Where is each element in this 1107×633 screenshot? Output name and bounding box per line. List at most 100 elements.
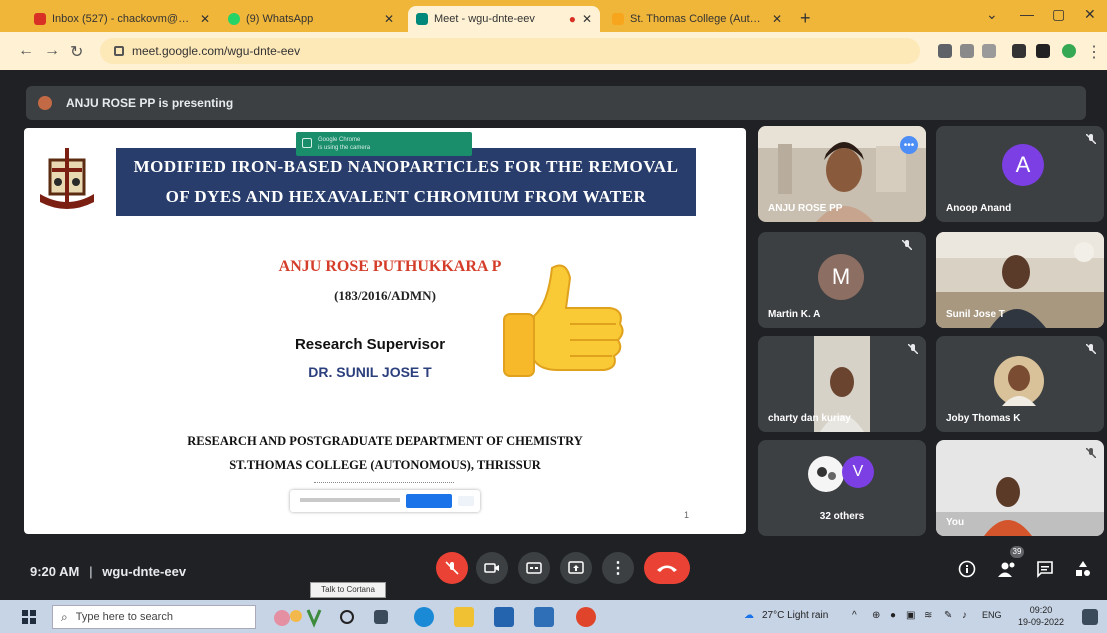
presenting-banner: ANJU ROSE PP is presenting bbox=[26, 86, 1086, 120]
language-indicator[interactable]: ENG bbox=[982, 610, 1002, 620]
share-notice-text bbox=[300, 498, 400, 502]
participant-tile-others[interactable]: V 32 others bbox=[758, 440, 926, 536]
volume-icon[interactable]: ♪ bbox=[962, 610, 967, 621]
close-icon[interactable]: ✕ bbox=[200, 12, 210, 26]
new-tab-icon[interactable]: + bbox=[800, 8, 811, 29]
meet-icon bbox=[416, 13, 428, 25]
gmail-icon bbox=[34, 13, 46, 25]
camera-toggle-button[interactable] bbox=[476, 552, 508, 584]
hide-button[interactable] bbox=[458, 496, 474, 506]
participant-tile-anju[interactable]: ••• ANJU ROSE PP bbox=[758, 126, 926, 222]
omnibox[interactable]: meet.google.com/wgu-dnte-eev bbox=[100, 38, 920, 64]
mic-toggle-button[interactable] bbox=[436, 552, 468, 584]
activities-button[interactable] bbox=[1072, 558, 1094, 580]
presentation-slide: MODIFIED IRON-BASED NANOPARTICLES FOR TH… bbox=[24, 128, 746, 534]
forward-icon[interactable]: → bbox=[44, 42, 60, 60]
leave-call-button[interactable] bbox=[644, 552, 690, 584]
avatar: V bbox=[842, 456, 874, 488]
search-placeholder: Type here to search bbox=[75, 611, 173, 623]
stop-sharing-button[interactable] bbox=[406, 494, 452, 508]
cortana-tooltip: Talk to Cortana bbox=[310, 582, 386, 598]
side-panel-icon[interactable] bbox=[1036, 44, 1050, 58]
chat-button[interactable] bbox=[1034, 558, 1056, 580]
meet-tray-icon[interactable]: ▣ bbox=[906, 610, 915, 621]
minimize-icon[interactable]: — bbox=[1020, 6, 1034, 22]
taskbar-clock[interactable]: 09:20 19-09-2022 bbox=[1018, 604, 1064, 628]
meeting-code: wgu-dnte-eev bbox=[102, 564, 187, 579]
participant-name: 32 others bbox=[819, 511, 865, 522]
flower-search-highlight-icon[interactable] bbox=[268, 604, 328, 630]
hang-up-icon bbox=[657, 565, 677, 572]
taskbar-search-box[interactable]: ⌕ Type here to search bbox=[52, 605, 256, 629]
wifi-icon[interactable]: ≋ bbox=[924, 610, 932, 621]
search-icon: ⌕ bbox=[61, 609, 68, 624]
show-hidden-icons[interactable]: ^ bbox=[852, 610, 857, 621]
store-icon[interactable] bbox=[494, 607, 514, 627]
notifications-icon[interactable] bbox=[1082, 609, 1098, 625]
participant-name: Joby Thomas K bbox=[946, 413, 1021, 424]
close-icon[interactable]: ✕ bbox=[384, 12, 394, 26]
thumbs-up-emoji bbox=[503, 264, 624, 377]
participant-tile-joby[interactable]: Joby Thomas K bbox=[936, 336, 1104, 432]
slide-page-number: 1 bbox=[684, 510, 690, 520]
tab-whatsapp[interactable]: (9) WhatsApp ✕ bbox=[220, 6, 402, 32]
profile-avatar[interactable] bbox=[1062, 44, 1076, 58]
reload-icon[interactable]: ↻ bbox=[70, 42, 83, 62]
participant-name: Sunil Jose T bbox=[946, 309, 1005, 320]
file-explorer-icon[interactable] bbox=[454, 607, 474, 627]
chip-line-1: Google Chrome bbox=[318, 137, 361, 143]
more-options-icon[interactable]: ••• bbox=[900, 136, 918, 154]
windows-start-icon[interactable] bbox=[22, 610, 36, 624]
participant-tile-martin[interactable]: M Martin K. A bbox=[758, 232, 926, 328]
participant-tile-anoop[interactable]: A Anoop Anand bbox=[936, 126, 1104, 222]
camera-in-use-chip[interactable]: Google Chrome is using the camera bbox=[296, 132, 472, 156]
cut-off-text-line bbox=[314, 482, 454, 488]
participant-tile-charty[interactable]: charty dan kuriay bbox=[758, 336, 926, 432]
tab-meet[interactable]: Meet - wgu-dnte-eev ● ✕ bbox=[408, 6, 600, 32]
network-icon[interactable]: ⊕ bbox=[872, 610, 880, 621]
separator: | bbox=[89, 564, 93, 579]
app-icon[interactable] bbox=[534, 607, 554, 627]
participant-name: Anoop Anand bbox=[946, 203, 1012, 214]
avatar-photo bbox=[808, 456, 844, 492]
mic-tray-icon[interactable]: ● bbox=[890, 610, 896, 621]
task-view-icon[interactable] bbox=[374, 610, 388, 624]
weather-text[interactable]: 27°C Light rain bbox=[762, 610, 828, 621]
close-window-icon[interactable]: ✕ bbox=[1084, 6, 1096, 23]
maximize-icon[interactable]: ▢ bbox=[1052, 6, 1065, 23]
close-icon[interactable]: ✕ bbox=[582, 12, 592, 26]
slide-title-line-1: MODIFIED IRON-BASED NANOPARTICLES FOR TH… bbox=[133, 157, 679, 176]
tab-st-thomas[interactable]: St. Thomas College (Autonomo... ✕ bbox=[604, 6, 790, 32]
present-screen-button[interactable] bbox=[560, 552, 592, 584]
department-text: RESEARCH AND POSTGRADUATE DEPARTMENT OF … bbox=[187, 434, 583, 448]
tab-gmail[interactable]: Inbox (527) - chackovm@gmail... ✕ bbox=[26, 6, 218, 32]
edge-icon[interactable] bbox=[414, 607, 434, 627]
share-icon[interactable] bbox=[960, 44, 974, 58]
bookmark-star-icon[interactable] bbox=[982, 44, 996, 58]
clock-time: 09:20 bbox=[1029, 605, 1053, 615]
supervisor-label: Research Supervisor bbox=[294, 336, 446, 353]
participant-tile-you[interactable]: You bbox=[936, 440, 1104, 536]
menu-kebab-icon[interactable]: ⋮ bbox=[1086, 42, 1102, 62]
clock-date: 19-09-2022 bbox=[1018, 617, 1065, 627]
cortana-icon[interactable] bbox=[340, 610, 354, 624]
meeting-details-button[interactable] bbox=[956, 558, 978, 580]
people-icon bbox=[998, 562, 1015, 577]
back-icon[interactable]: ← bbox=[18, 42, 34, 60]
people-button[interactable] bbox=[996, 558, 1018, 580]
tab-search-icon[interactable]: ⌄ bbox=[986, 6, 998, 23]
chrome-icon[interactable] bbox=[576, 607, 596, 627]
pen-icon[interactable]: ✎ bbox=[944, 610, 952, 621]
close-icon[interactable]: ✕ bbox=[772, 12, 782, 26]
college-icon bbox=[612, 13, 624, 25]
meet-stage: ANJU ROSE PP is presenting MODIFIED IRON… bbox=[0, 70, 1107, 598]
camera-in-use-icon[interactable] bbox=[938, 44, 952, 58]
more-options-button[interactable]: ⋮ bbox=[602, 552, 634, 584]
presenting-text: ANJU ROSE PP is presenting bbox=[66, 96, 234, 110]
whatsapp-icon bbox=[228, 13, 240, 25]
mic-off-icon bbox=[445, 561, 459, 575]
captions-button[interactable] bbox=[518, 552, 550, 584]
extensions-icon[interactable] bbox=[1012, 44, 1026, 58]
address-toolbar: ← → ↻ meet.google.com/wgu-dnte-eev ⋮ bbox=[0, 32, 1107, 70]
participant-tile-sunil[interactable]: Sunil Jose T bbox=[936, 232, 1104, 328]
